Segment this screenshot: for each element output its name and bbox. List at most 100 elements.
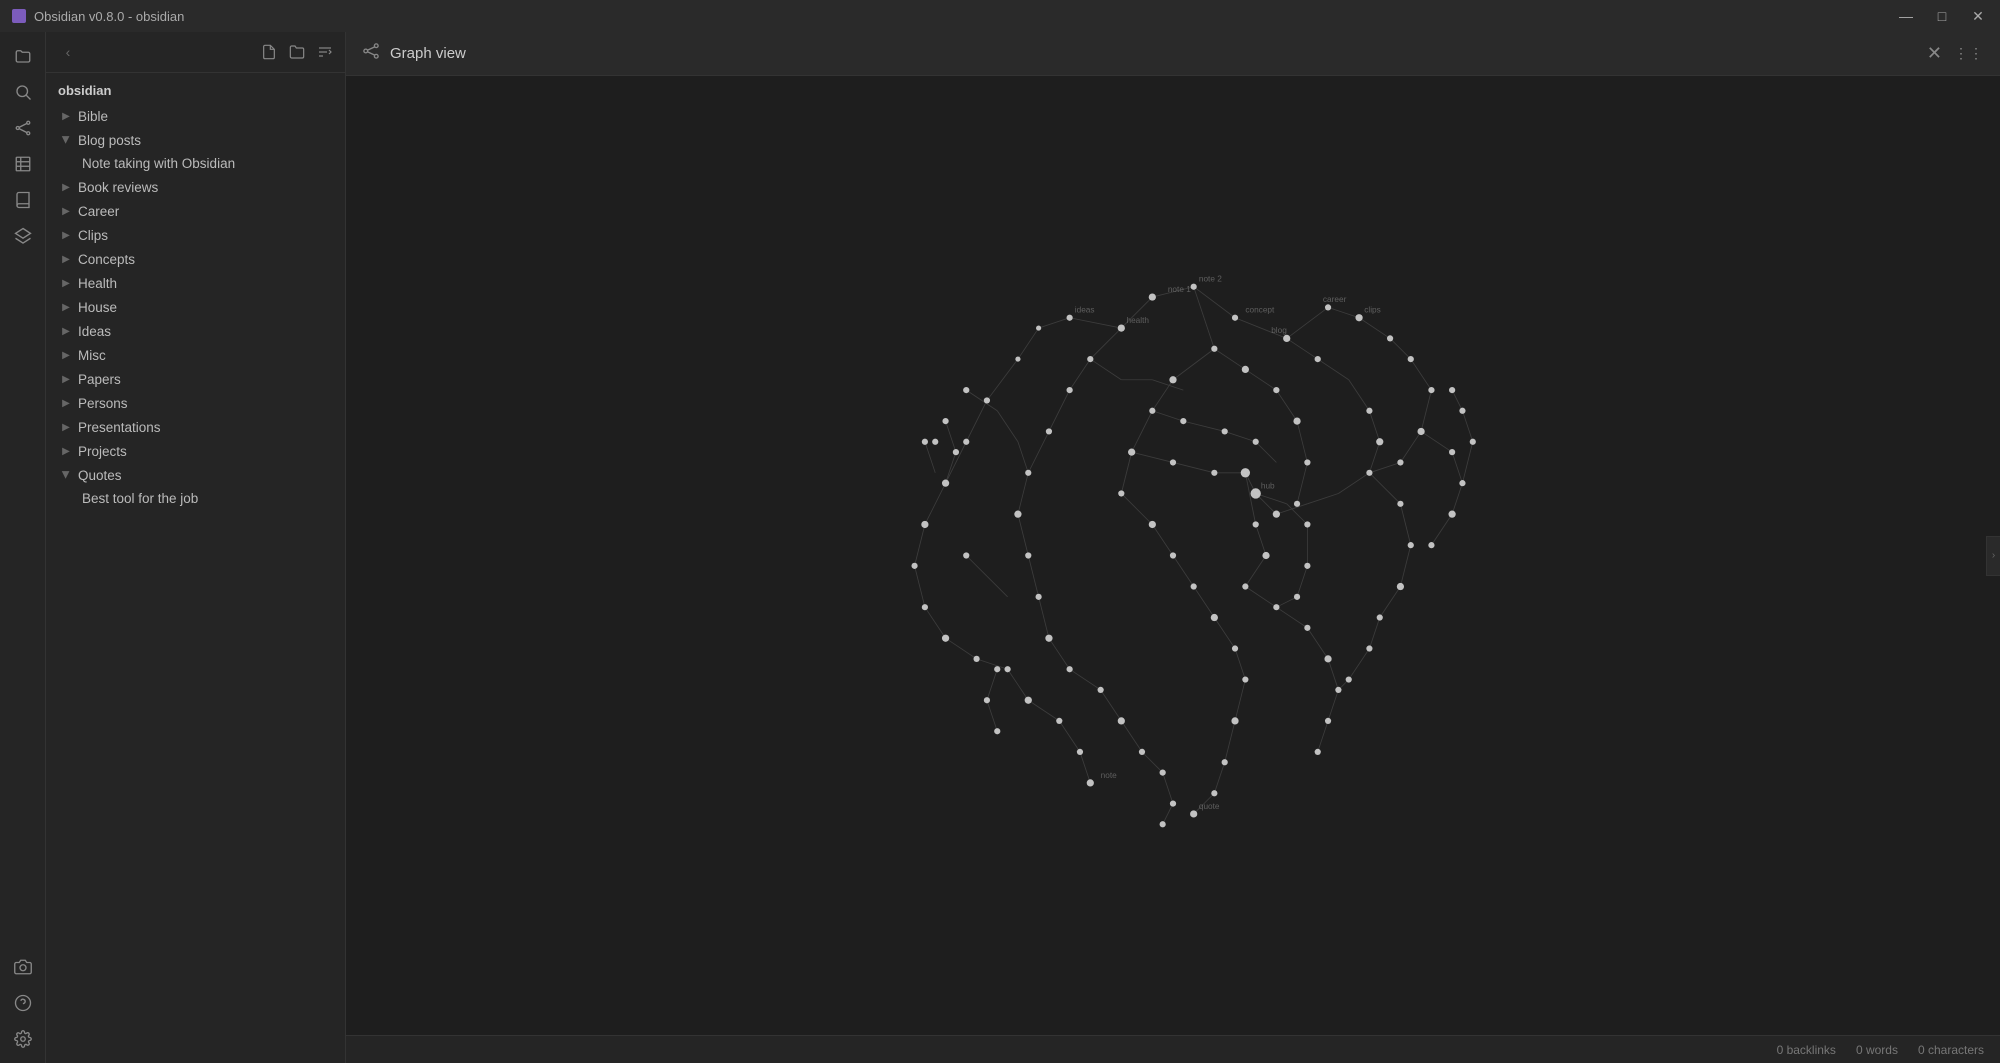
tree-label-note-taking: Note taking with Obsidian xyxy=(82,156,235,171)
tree-label-persons: Persons xyxy=(78,396,128,411)
tree-label-misc: Misc xyxy=(78,348,106,363)
sidebar-item-clips[interactable]: ▶ Clips xyxy=(46,223,345,247)
rail-camera-icon[interactable] xyxy=(7,951,39,983)
tree-label-health: Health xyxy=(78,276,117,291)
tree-arrow-presentations: ▶ xyxy=(58,419,74,435)
sidebar-item-quotes[interactable]: ▶ Quotes xyxy=(46,463,345,487)
tree-arrow-bible: ▶ xyxy=(58,108,74,124)
sidebar-item-bible[interactable]: ▶ Bible xyxy=(46,104,345,128)
rail-layers-icon[interactable] xyxy=(7,220,39,252)
app-icon xyxy=(12,9,26,23)
tree-arrow-papers: ▶ xyxy=(58,371,74,387)
svg-text:clips: clips xyxy=(1364,306,1381,315)
main-content: Graph view ✕ ⋮⋮ xyxy=(346,32,2000,1063)
backlinks-count: 0 backlinks xyxy=(1777,1043,1836,1057)
sidebar-item-career[interactable]: ▶ Career xyxy=(46,199,345,223)
tree-arrow-persons: ▶ xyxy=(58,395,74,411)
minimize-button[interactable]: — xyxy=(1896,6,1916,26)
tree-arrow-quotes: ▶ xyxy=(58,467,74,483)
tree-label-ideas: Ideas xyxy=(78,324,111,339)
rail-table-icon[interactable] xyxy=(7,148,39,180)
new-file-button[interactable] xyxy=(257,40,281,64)
tree-arrow-ideas: ▶ xyxy=(58,323,74,339)
sort-button[interactable] xyxy=(313,40,337,64)
panel-header: Graph view ✕ ⋮⋮ xyxy=(346,32,2000,76)
right-panel-collapse-button[interactable]: › xyxy=(1986,536,2000,576)
tree-label-clips: Clips xyxy=(78,228,108,243)
status-bar: 0 backlinks 0 words 0 characters xyxy=(346,1035,2000,1063)
tree-arrow-clips: ▶ xyxy=(58,227,74,243)
word-count: 0 words xyxy=(1856,1043,1898,1057)
tree-label-projects: Projects xyxy=(78,444,127,459)
titlebar: Obsidian v0.8.0 - obsidian — □ ✕ xyxy=(0,0,2000,32)
tree-label-career: Career xyxy=(78,204,119,219)
nav-back-button[interactable]: ‹ xyxy=(54,38,82,66)
svg-text:blog: blog xyxy=(1271,326,1287,335)
sidebar-item-blog-posts[interactable]: ▶ Blog posts xyxy=(46,128,345,152)
tree-label-papers: Papers xyxy=(78,372,121,387)
panel-more-button[interactable]: ⋮⋮ xyxy=(1954,45,1984,62)
tree-arrow-blog-posts: ▶ xyxy=(58,132,74,148)
tree-arrow-concepts: ▶ xyxy=(58,251,74,267)
tree-arrow-misc: ▶ xyxy=(58,347,74,363)
svg-text:note: note xyxy=(1101,771,1117,780)
panel-title: Graph view xyxy=(362,42,466,65)
maximize-button[interactable]: □ xyxy=(1932,6,1952,26)
rail-help-icon[interactable] xyxy=(7,987,39,1019)
sidebar-item-health[interactable]: ▶ Health xyxy=(46,271,345,295)
sidebar-item-house[interactable]: ▶ House xyxy=(46,295,345,319)
tree-label-house: House xyxy=(78,300,117,315)
sidebar-item-ideas[interactable]: ▶ Ideas xyxy=(46,319,345,343)
graph-view-icon xyxy=(362,42,380,65)
close-window-button[interactable]: ✕ xyxy=(1968,6,1988,26)
rail-settings-icon[interactable] xyxy=(7,1023,39,1055)
file-tree: obsidian ▶ Bible ▶ Blog posts Note takin… xyxy=(46,73,345,1063)
rail-graph-icon[interactable] xyxy=(7,112,39,144)
svg-text:note 2: note 2 xyxy=(1199,275,1222,284)
sidebar-item-misc[interactable]: ▶ Misc xyxy=(46,343,345,367)
app-body: ‹ xyxy=(0,32,2000,1063)
sidebar-toolbar: ‹ xyxy=(46,32,345,73)
sidebar-item-book-reviews[interactable]: ▶ Book reviews xyxy=(46,175,345,199)
tree-arrow-house: ▶ xyxy=(58,299,74,315)
app-title: Obsidian v0.8.0 - obsidian xyxy=(34,9,184,24)
rail-book-icon[interactable] xyxy=(7,184,39,216)
tree-label-best-tool: Best tool for the job xyxy=(82,491,198,506)
tree-label-bible: Bible xyxy=(78,109,108,124)
tree-arrow-career: ▶ xyxy=(58,203,74,219)
panel-close-button[interactable]: ✕ xyxy=(1927,43,1942,64)
sidebar-item-best-tool[interactable]: Best tool for the job xyxy=(46,487,345,510)
tree-arrow-book-reviews: ▶ xyxy=(58,179,74,195)
panel-title-text: Graph view xyxy=(390,45,466,62)
graph-svg: note 1 note 2 concept health ideas blog … xyxy=(346,76,2000,1035)
titlebar-left: Obsidian v0.8.0 - obsidian xyxy=(12,9,184,24)
tree-label-quotes: Quotes xyxy=(78,468,122,483)
svg-text:ideas: ideas xyxy=(1075,306,1095,315)
graph-canvas[interactable]: note 1 note 2 concept health ideas blog … xyxy=(346,76,2000,1035)
sidebar-item-papers[interactable]: ▶ Papers xyxy=(46,367,345,391)
tree-root-label: obsidian xyxy=(46,77,345,104)
svg-text:quote: quote xyxy=(1199,802,1220,811)
rail-search-icon[interactable] xyxy=(7,76,39,108)
svg-text:health: health xyxy=(1126,316,1149,325)
svg-text:note 1: note 1 xyxy=(1168,285,1191,294)
tree-arrow-projects: ▶ xyxy=(58,443,74,459)
tree-label-blog-posts: Blog posts xyxy=(78,133,141,148)
character-count: 0 characters xyxy=(1918,1043,1984,1057)
sidebar-item-note-taking[interactable]: Note taking with Obsidian xyxy=(46,152,345,175)
sidebar-item-presentations[interactable]: ▶ Presentations xyxy=(46,415,345,439)
panel-actions: ✕ ⋮⋮ xyxy=(1927,43,1984,64)
sidebar-item-persons[interactable]: ▶ Persons xyxy=(46,391,345,415)
tree-label-book-reviews: Book reviews xyxy=(78,180,158,195)
svg-text:career: career xyxy=(1323,295,1347,304)
svg-text:concept: concept xyxy=(1245,306,1275,315)
new-folder-button[interactable] xyxy=(285,40,309,64)
sidebar: ‹ xyxy=(46,32,346,1063)
titlebar-controls: — □ ✕ xyxy=(1896,6,1988,26)
icon-rail xyxy=(0,32,46,1063)
sidebar-item-projects[interactable]: ▶ Projects xyxy=(46,439,345,463)
tree-arrow-health: ▶ xyxy=(58,275,74,291)
rail-folder-icon[interactable] xyxy=(7,40,39,72)
sidebar-item-concepts[interactable]: ▶ Concepts xyxy=(46,247,345,271)
sidebar-top-actions xyxy=(257,40,337,64)
